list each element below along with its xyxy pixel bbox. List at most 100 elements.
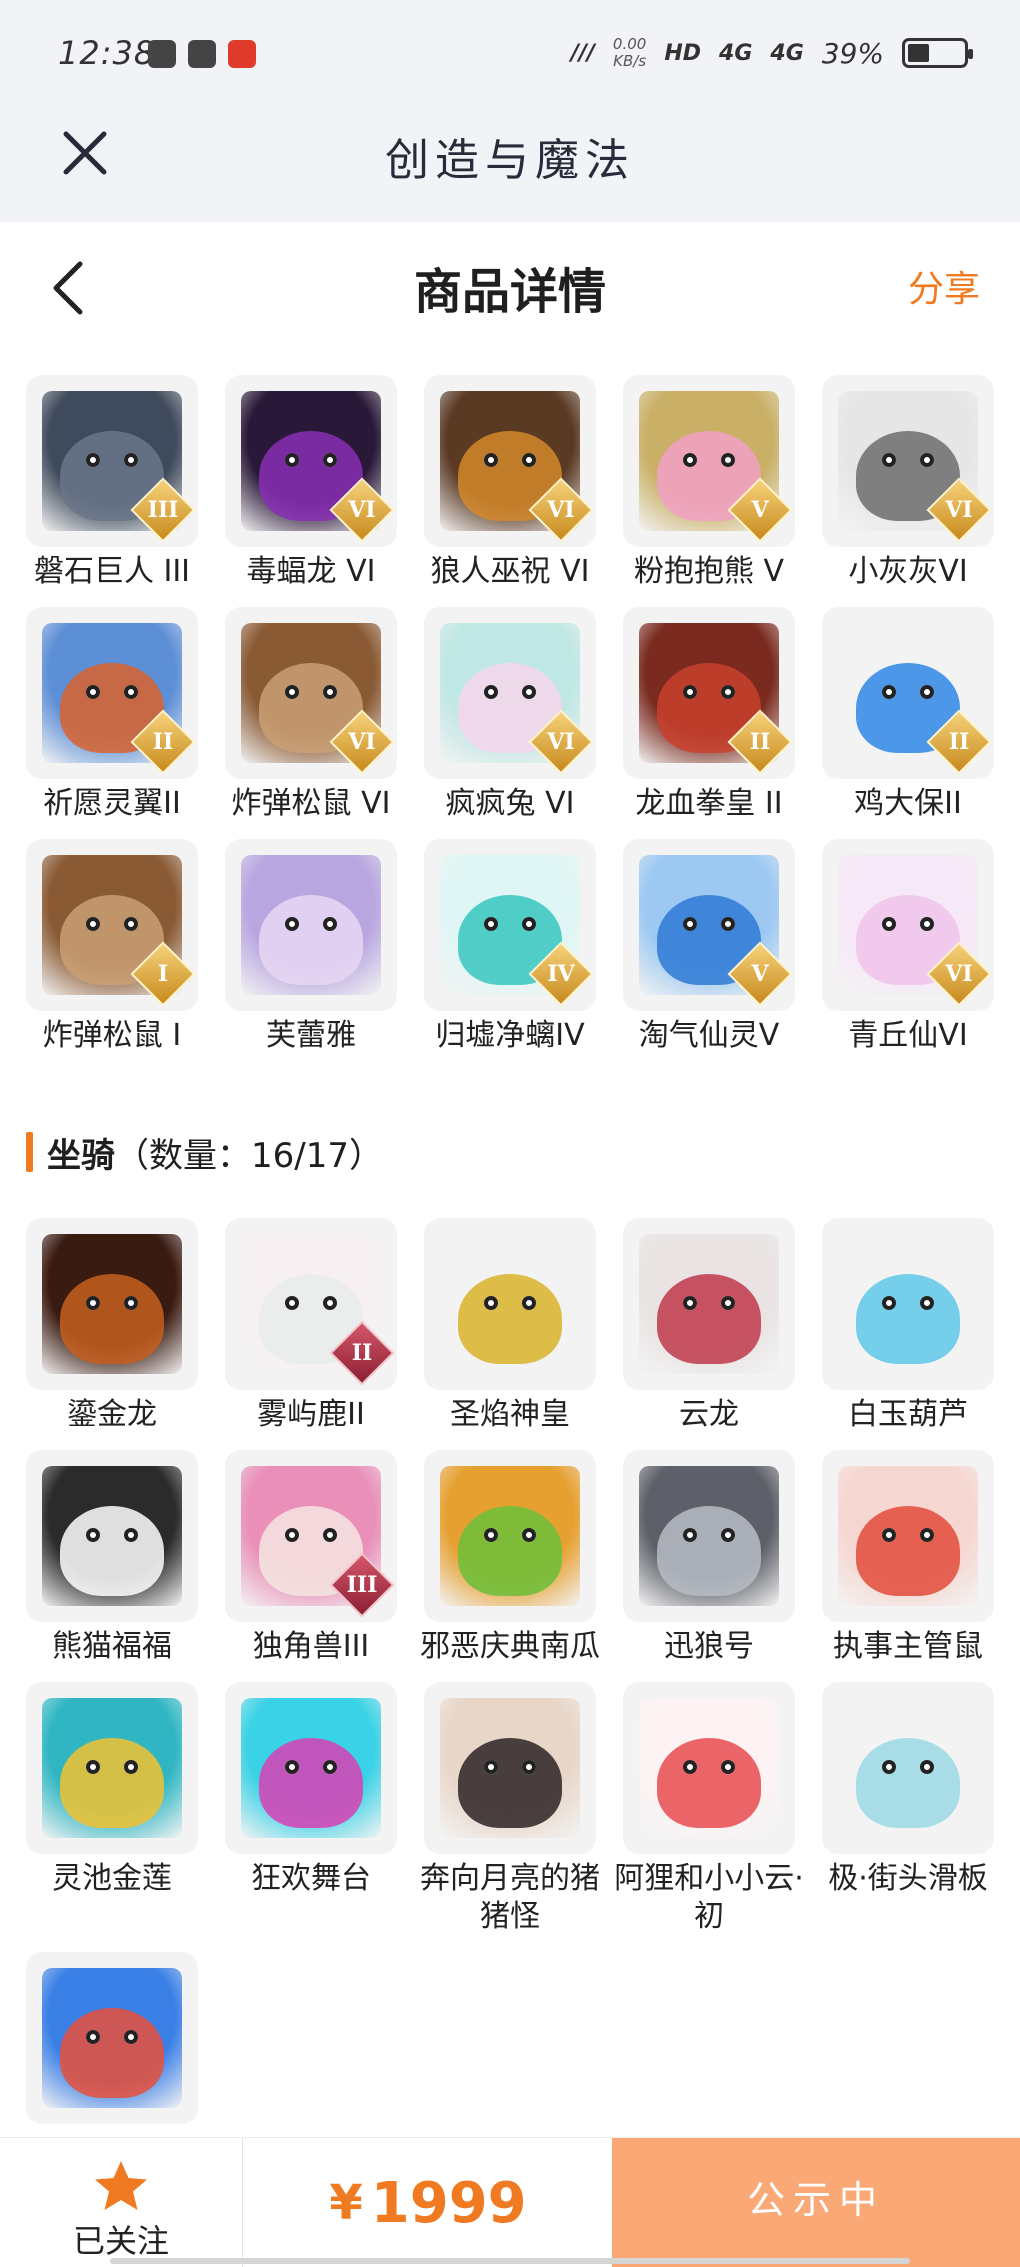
pet-item[interactable]: II 祈愿灵翼II (26, 607, 198, 823)
mount-item[interactable]: 狂欢舞台 (225, 1682, 397, 1936)
section-label: 坐骑 (47, 1135, 115, 1176)
app-title: 创造与魔法 (385, 135, 635, 186)
eye-shape (522, 1296, 536, 1310)
battery-percent: 39% (821, 36, 884, 70)
pet-item[interactable]: V 粉抱抱熊 V (623, 375, 795, 591)
pet-item[interactable]: VI 炸弹松鼠 VI (225, 607, 397, 823)
pet-item[interactable]: VI 青丘仙VI (822, 839, 994, 1055)
mount-item[interactable]: 灵池金莲 (26, 1682, 198, 1936)
mount-thumbnail (623, 1450, 795, 1622)
share-button[interactable]: 分享 (908, 260, 980, 312)
eye-shape (522, 685, 536, 699)
mount-item[interactable]: 白玉葫芦 (822, 1218, 994, 1434)
eye-shape (683, 1528, 697, 1542)
mount-item[interactable]: 鎏金龙 (26, 1218, 198, 1434)
mount-item[interactable]: II 雾屿鹿II (225, 1218, 397, 1434)
eye-shape (323, 1760, 337, 1774)
pet-name: 毒蝠龙 VI (246, 554, 376, 589)
eye-shape (882, 917, 896, 931)
pet-item[interactable]: II 龙血拳皇 II (623, 607, 795, 823)
pet-name: 青丘仙VI (848, 1018, 968, 1053)
mount-name: 独角兽III (252, 1629, 370, 1664)
eye-shape (522, 1528, 536, 1542)
pet-item[interactable]: VI 小灰灰VI (822, 375, 994, 591)
mount-figure (657, 1506, 761, 1596)
mount-item[interactable]: 熊猫福福 (26, 1450, 198, 1666)
mount-item[interactable]: 奔向月亮的猪猪怪 (420, 1682, 600, 1936)
follow-button[interactable]: 已关注 (0, 2138, 243, 2267)
pet-thumbnail: V (623, 839, 795, 1011)
eye-shape (920, 917, 934, 931)
mount-item[interactable]: 迅狼号 (623, 1450, 795, 1666)
mount-item[interactable]: 阿狸和小小云·初 (614, 1682, 804, 1936)
mount-image (639, 1466, 779, 1606)
pet-thumbnail: II (26, 607, 198, 779)
eye-shape (683, 685, 697, 699)
pet-thumbnail: IV (424, 839, 596, 1011)
mount-item[interactable]: III 独角兽III (225, 1450, 397, 1666)
eye-shape (86, 453, 100, 467)
mount-thumbnail (26, 1682, 198, 1854)
pet-item[interactable]: 芙蕾雅 (225, 839, 397, 1055)
pet-item[interactable]: VI 狼人巫祝 VI (424, 375, 596, 591)
pet-item[interactable]: V 淘气仙灵V (623, 839, 795, 1055)
battery-icon (902, 38, 973, 68)
mount-figure (856, 1506, 960, 1596)
tier-badge-label: I (157, 961, 169, 987)
mount-figure (856, 1274, 960, 1364)
mount-figure (60, 1738, 164, 1828)
mount-image (639, 1698, 779, 1838)
mount-name: 极·街头滑板 (828, 1861, 988, 1896)
pet-item[interactable]: II 鸡大保II (822, 607, 994, 823)
pet-image (241, 855, 381, 995)
mount-figure (60, 1506, 164, 1596)
public-notice-button[interactable]: 公示中 (612, 2138, 1020, 2267)
k-app-icon (188, 40, 216, 68)
battery-fill (908, 44, 929, 62)
eye-shape (882, 1296, 896, 1310)
mounts-section-header: 坐骑 （数量：16/17） (26, 1125, 383, 1179)
section-count: （数量：16/17） (115, 1135, 383, 1176)
pet-item[interactable]: VI 疯疯兔 VI (424, 607, 596, 823)
mount-name: 阿狸和小小云·初 (614, 1861, 804, 1934)
mount-item[interactable]: 执事主管鼠 (822, 1450, 994, 1666)
mounts-grid: 鎏金龙 II 雾屿鹿II 圣焰神皇 云龙 白玉葫芦熊猫福福 III 独角兽III 邪恶庆典南瓜 迅… (26, 1218, 996, 2130)
pet-name: 归墟净螭IV (435, 1018, 585, 1053)
tier-badge-label: III (147, 497, 179, 523)
section-accent-bar (26, 1132, 33, 1172)
tier-badge-label: VI (945, 497, 973, 523)
mount-thumbnail: II (225, 1218, 397, 1390)
eye-shape (683, 1296, 697, 1310)
eye-shape (683, 917, 697, 931)
eye-shape (124, 1528, 138, 1542)
pet-figure (259, 895, 363, 985)
mount-figure (458, 1738, 562, 1828)
eye-shape (882, 453, 896, 467)
eye-shape (86, 685, 100, 699)
pet-thumbnail: V (623, 375, 795, 547)
pet-name: 粉抱抱熊 V (633, 554, 785, 589)
mount-item[interactable]: 极·街头滑板 (822, 1682, 994, 1936)
mount-name: 灵池金莲 (52, 1861, 172, 1896)
eye-shape (86, 2030, 100, 2044)
pet-item[interactable]: IV 归墟净螭IV (424, 839, 596, 1055)
red-app-icon (228, 40, 256, 68)
tier-badge-label: V (751, 497, 769, 523)
pet-item[interactable]: I 炸弹松鼠 I (26, 839, 198, 1055)
mount-thumbnail (424, 1450, 596, 1622)
eye-shape (323, 917, 337, 931)
pet-item[interactable]: VI 毒蝠龙 VI (225, 375, 397, 591)
mount-item[interactable] (26, 1952, 198, 2130)
mount-image (440, 1234, 580, 1374)
eye-shape (323, 1296, 337, 1310)
mount-item[interactable]: 圣焰神皇 (424, 1218, 596, 1434)
pet-thumbnail: VI (424, 375, 596, 547)
eye-shape (285, 1760, 299, 1774)
eye-shape (285, 453, 299, 467)
mount-item[interactable]: 邪恶庆典南瓜 (420, 1450, 600, 1666)
pet-thumbnail: VI (225, 607, 397, 779)
mount-item[interactable]: 云龙 (623, 1218, 795, 1434)
pet-item[interactable]: III 磐石巨人 III (26, 375, 198, 591)
eye-shape (484, 1528, 498, 1542)
eye-shape (522, 1760, 536, 1774)
